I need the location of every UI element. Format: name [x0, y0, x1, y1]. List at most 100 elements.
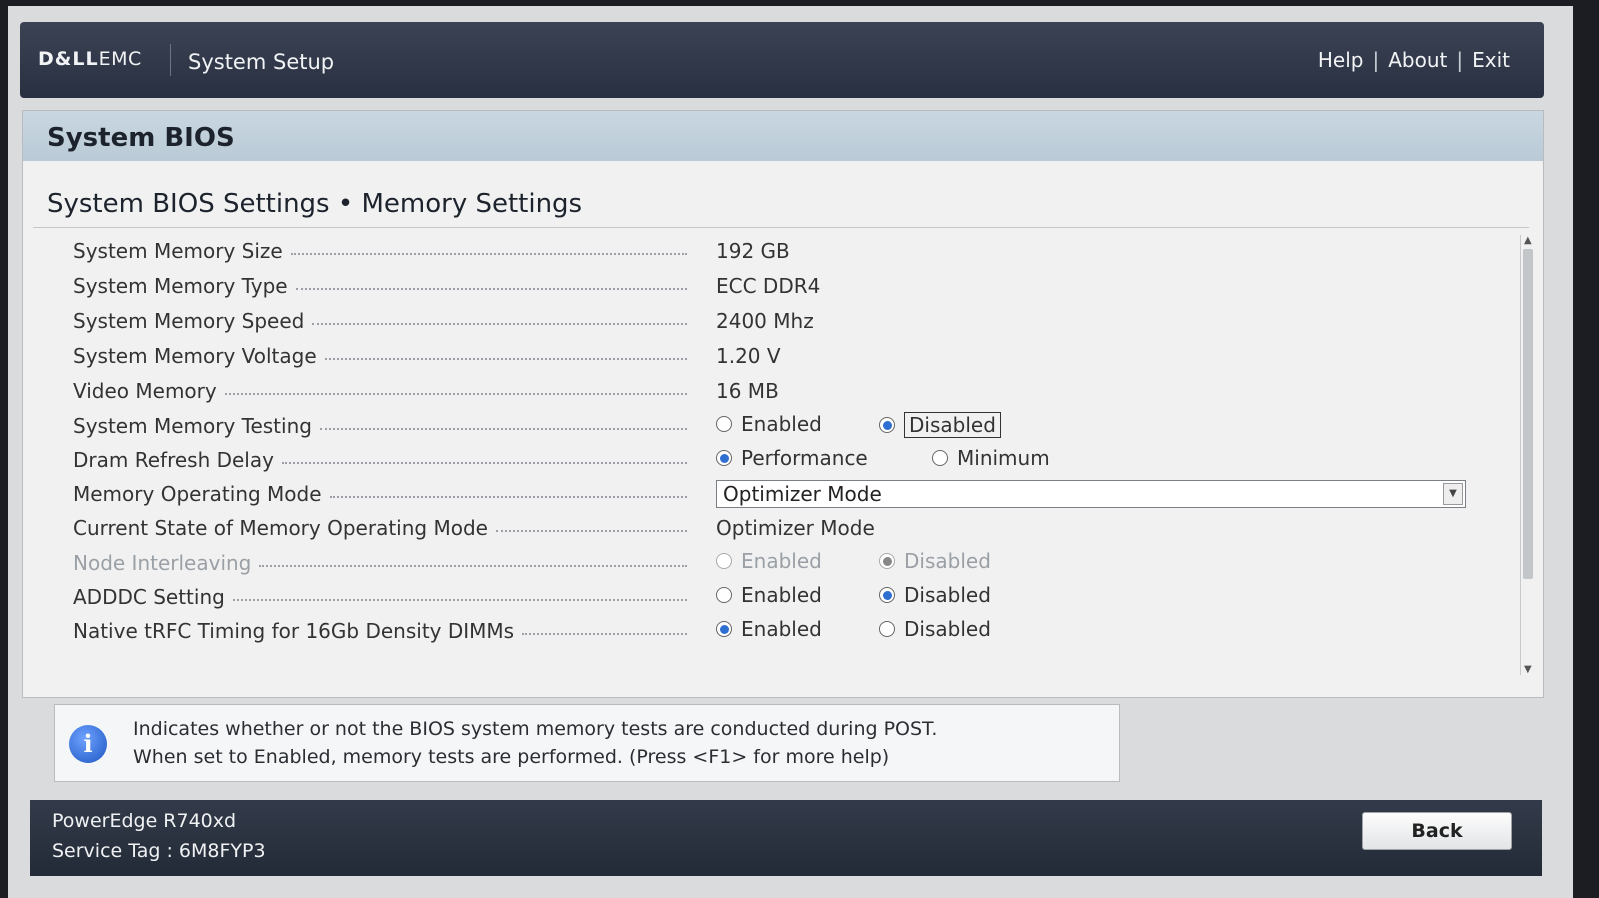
setting-row-current-state: Current State of Memory Operating Mode O…: [23, 512, 1513, 546]
radio-button[interactable]: [716, 416, 732, 432]
option-label: Enabled: [741, 549, 822, 573]
info-icon: i: [69, 725, 107, 763]
scroll-thumb[interactable]: [1523, 249, 1533, 579]
radio-button[interactable]: [932, 450, 948, 466]
option-label-focused: Disabled: [904, 412, 1001, 438]
setting-label-text: System Memory Voltage: [73, 344, 317, 368]
chevron-down-icon[interactable]: ▼: [1443, 483, 1463, 505]
setting-label: System Memory Testing: [73, 414, 687, 438]
system-model: PowerEdge R740xd: [52, 810, 237, 832]
setting-label: Video Memory: [73, 379, 687, 403]
option-label: Performance: [741, 446, 868, 470]
option-label: Disabled: [904, 583, 991, 607]
setting-label-text: System Memory Type: [73, 274, 288, 298]
setting-label-text: Node Interleaving: [73, 551, 252, 575]
main-panel: System BIOS System BIOS Settings • Memor…: [22, 110, 1544, 698]
dot-leader: [281, 462, 687, 464]
native-trfc-enabled-option[interactable]: Enabled: [716, 617, 822, 641]
memory-testing-disabled-option[interactable]: Disabled: [879, 412, 1001, 438]
current-state-value: Optimizer Mode: [716, 516, 875, 540]
back-button[interactable]: Back: [1362, 812, 1512, 850]
setting-label: Current State of Memory Operating Mode: [73, 516, 687, 540]
select-value: Optimizer Mode: [723, 482, 882, 506]
setting-label-text: Memory Operating Mode: [73, 482, 322, 506]
dot-leader: [522, 633, 687, 635]
setting-row-node-interleaving: Node Interleaving Enabled Disabled: [23, 547, 1513, 581]
memory-testing-enabled-option[interactable]: Enabled: [716, 412, 822, 436]
app-title: System Setup: [188, 50, 335, 74]
footer-bar: PowerEdge R740xd Service Tag : 6M8FYP3 B…: [30, 800, 1542, 876]
node-interleaving-disabled-option: Disabled: [879, 549, 991, 573]
setting-label: System Memory Size: [73, 239, 687, 263]
setting-label-text: Native tRFC Timing for 16Gb Density DIMM…: [73, 619, 515, 643]
page-title: System BIOS: [47, 123, 235, 153]
radio-button[interactable]: [716, 587, 732, 603]
dot-leader: [290, 253, 687, 255]
memory-size-value: 192 GB: [716, 239, 790, 263]
section-divider: [33, 227, 1529, 228]
node-interleaving-enabled-option: Enabled: [716, 549, 822, 573]
radio-button: [716, 553, 732, 569]
setting-label-text: Dram Refresh Delay: [73, 448, 274, 472]
dell-emc-logo: D&LLEMC: [38, 48, 142, 70]
setting-label: System Memory Voltage: [73, 344, 687, 368]
link-separator: |: [1372, 48, 1380, 72]
setting-label: System Memory Type: [73, 274, 687, 298]
radio-button-selected[interactable]: [716, 450, 732, 466]
help-text-line-2: When set to Enabled, memory tests are pe…: [133, 746, 890, 768]
adddc-enabled-option[interactable]: Enabled: [716, 583, 822, 607]
adddc-disabled-option[interactable]: Disabled: [879, 583, 991, 607]
dot-leader: [295, 288, 687, 290]
setting-label: Native tRFC Timing for 16Gb Density DIMM…: [73, 619, 687, 643]
logo-dell: D&LL: [38, 48, 99, 70]
setting-label-text: Current State of Memory Operating Mode: [73, 516, 488, 540]
dot-leader: [495, 530, 687, 532]
help-text: Indicates whether or not the BIOS system…: [133, 715, 937, 771]
setting-label-text: System Memory Size: [73, 239, 283, 263]
dram-refresh-minimum-option[interactable]: Minimum: [932, 446, 1050, 470]
setting-row-video-memory: Video Memory 16 MB: [23, 375, 1513, 409]
screen: D&LLEMC System Setup Help | About | Exit Sys…: [8, 6, 1573, 898]
setting-label: Node Interleaving: [73, 551, 687, 575]
setting-label-text: System Memory Speed: [73, 309, 305, 333]
native-trfc-disabled-option[interactable]: Disabled: [879, 617, 991, 641]
setting-label: Memory Operating Mode: [73, 482, 687, 506]
radio-button-selected[interactable]: [879, 587, 895, 603]
top-links: Help | About | Exit: [1318, 48, 1510, 72]
option-label: Minimum: [957, 446, 1050, 470]
link-separator: |: [1456, 48, 1464, 72]
vertical-scrollbar[interactable]: ▲ ▼: [1520, 235, 1535, 675]
help-link[interactable]: Help: [1318, 48, 1364, 72]
dot-leader: [329, 496, 687, 498]
setting-label: Dram Refresh Delay: [73, 448, 687, 472]
radio-button[interactable]: [879, 621, 895, 637]
memory-operating-mode-select[interactable]: Optimizer Mode ▼: [716, 480, 1466, 508]
setting-row-memory-voltage: System Memory Voltage 1.20 V: [23, 340, 1513, 374]
setting-row-dram-refresh-delay: Dram Refresh Delay Performance Minimum: [23, 444, 1513, 478]
panel-header: System BIOS: [23, 111, 1543, 161]
memory-speed-value: 2400 Mhz: [716, 309, 814, 333]
option-label: Enabled: [741, 617, 822, 641]
option-label: Disabled: [904, 549, 991, 573]
scroll-down-arrow-icon[interactable]: ▼: [1524, 664, 1532, 675]
setting-label-text: Video Memory: [73, 379, 217, 403]
section-title: System BIOS Settings • Memory Settings: [47, 189, 583, 219]
dot-leader: [224, 393, 687, 395]
dot-leader: [259, 565, 687, 567]
setting-row-memory-testing: System Memory Testing Enabled Disabled: [23, 410, 1513, 444]
option-label: Enabled: [741, 583, 822, 607]
dot-leader: [232, 599, 687, 601]
dot-leader: [312, 323, 687, 325]
about-link[interactable]: About: [1388, 48, 1447, 72]
setting-row-memory-operating-mode: Memory Operating Mode Optimizer Mode ▼: [23, 478, 1513, 512]
setting-row-memory-type: System Memory Type ECC DDR4: [23, 270, 1513, 304]
scroll-up-arrow-icon[interactable]: ▲: [1524, 235, 1532, 246]
radio-button-selected[interactable]: [879, 417, 895, 433]
setting-label: ADDDC Setting: [73, 585, 687, 609]
dram-refresh-performance-option[interactable]: Performance: [716, 446, 868, 470]
radio-button-selected[interactable]: [716, 621, 732, 637]
option-label: Disabled: [904, 617, 991, 641]
setting-row-memory-size: System Memory Size 192 GB: [23, 235, 1513, 269]
exit-link[interactable]: Exit: [1472, 48, 1510, 72]
setting-row-memory-speed: System Memory Speed 2400 Mhz: [23, 305, 1513, 339]
